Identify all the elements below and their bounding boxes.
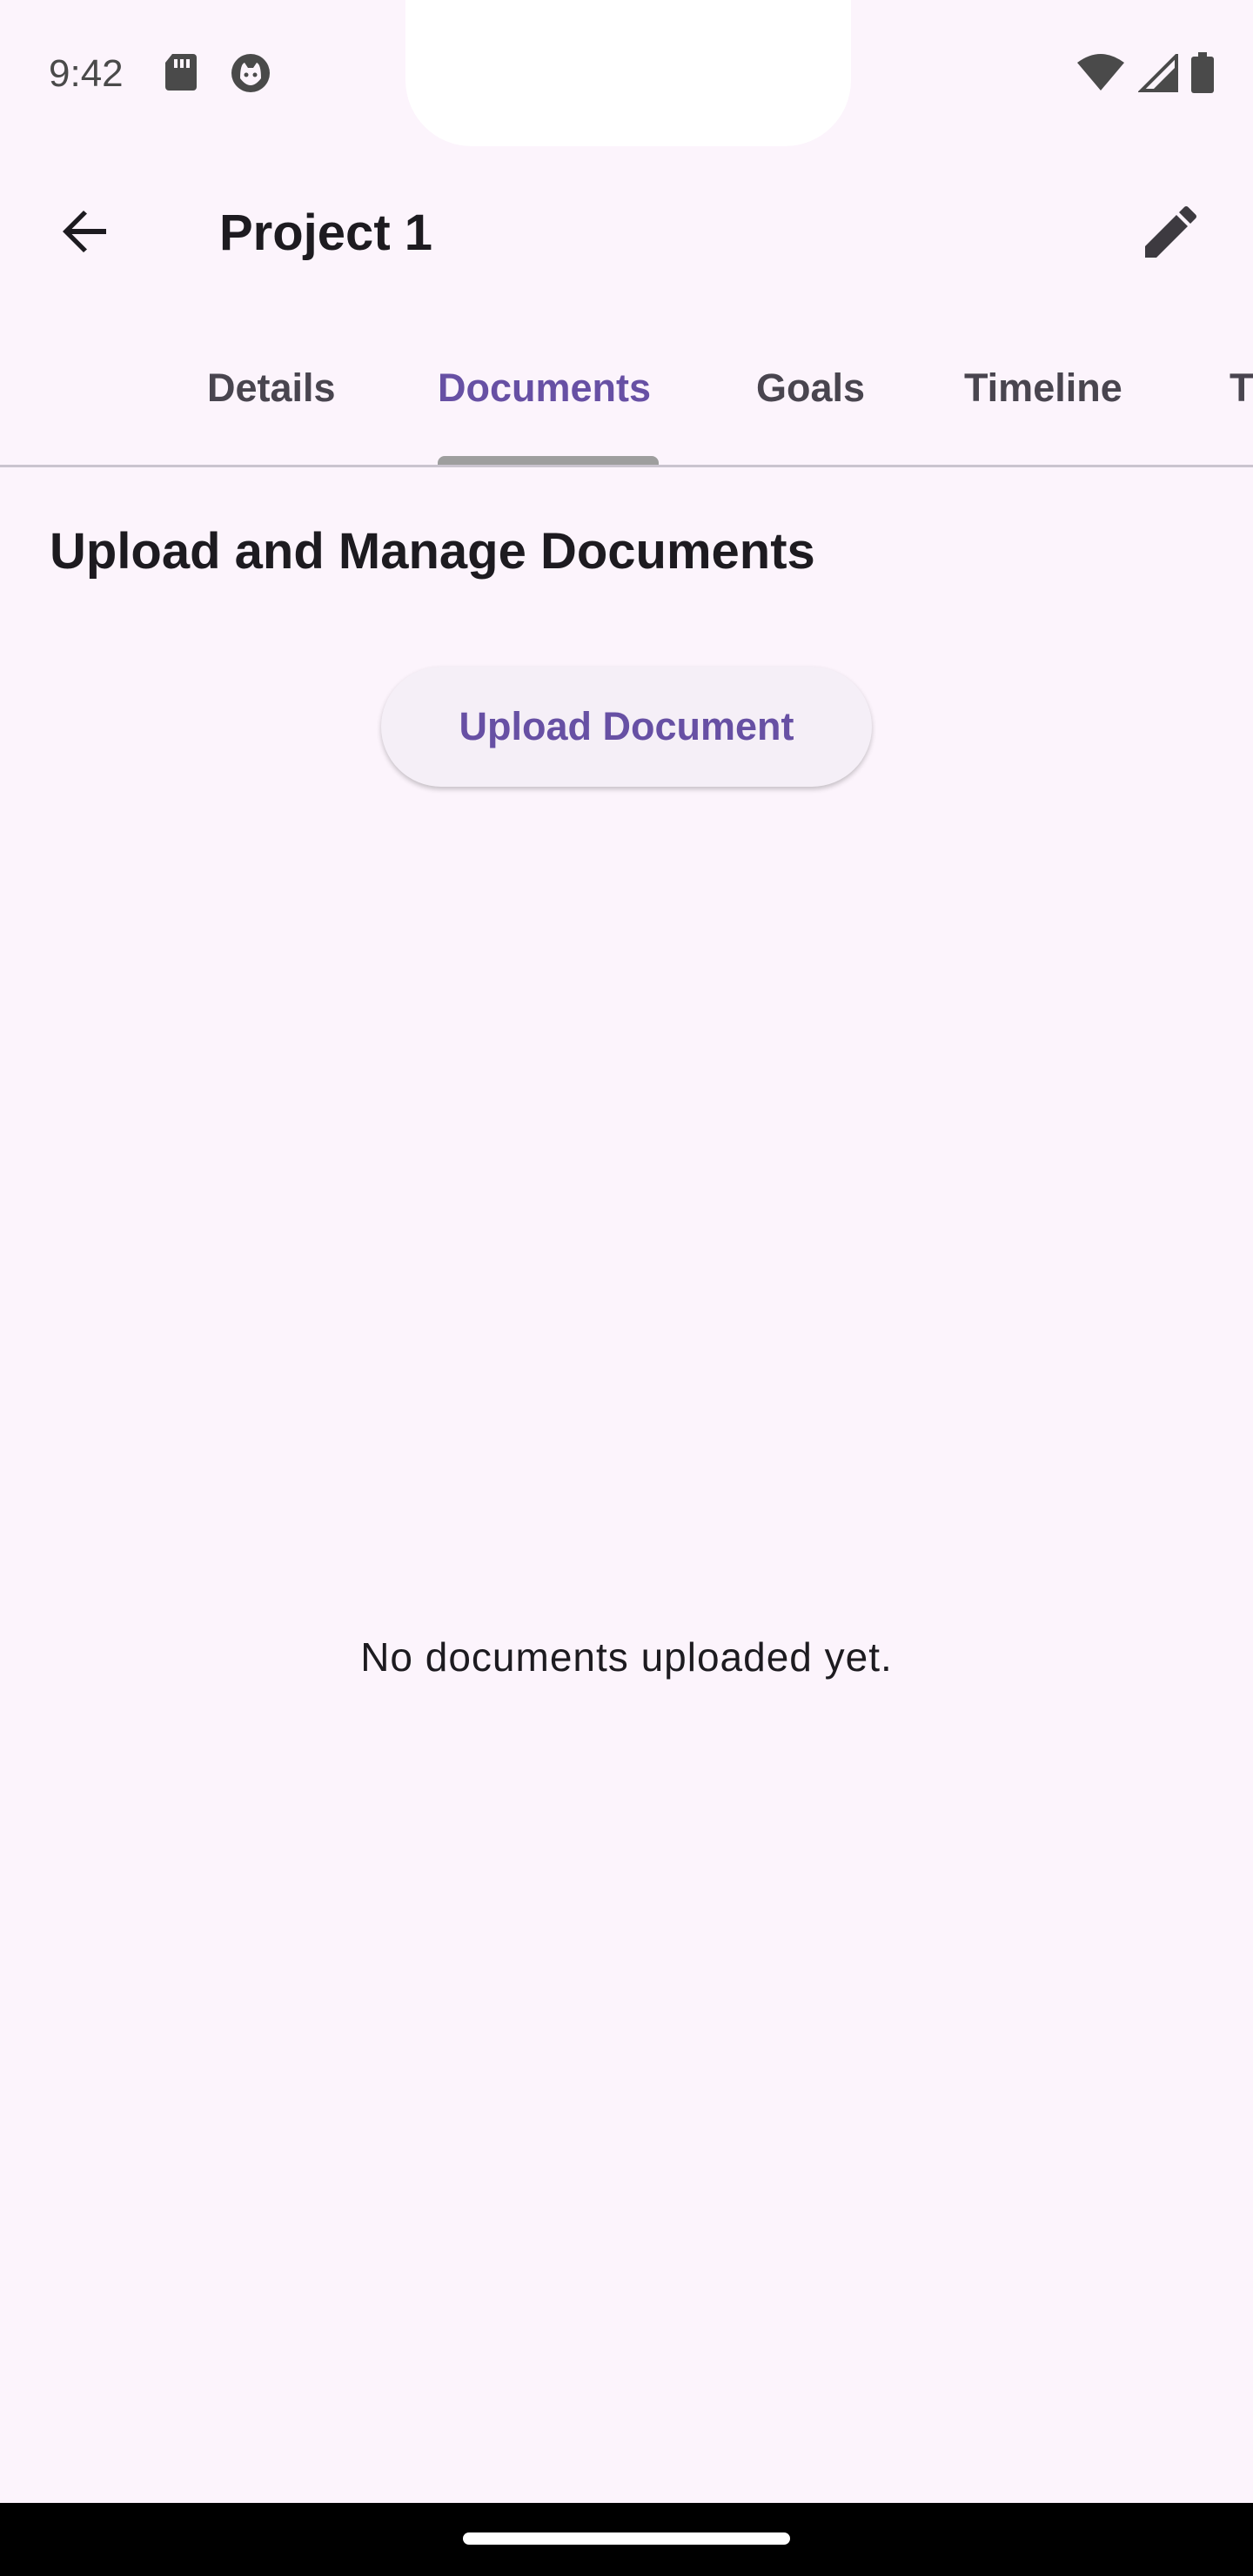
empty-state-message: No documents uploaded yet. <box>360 1634 893 1680</box>
tab-goals[interactable]: Goals <box>756 364 865 413</box>
tab-details[interactable]: Details <box>207 364 336 413</box>
tab-more[interactable]: T <box>1230 364 1253 413</box>
camera-notch <box>405 0 851 146</box>
app-screen: 9:42 Project 1 Details Documents Goals T… <box>0 0 1253 2503</box>
status-time: 9:42 <box>49 52 124 95</box>
status-right-icons <box>1075 51 1215 98</box>
sd-card-icon <box>162 52 198 98</box>
pencil-icon <box>1142 202 1201 265</box>
page-title: Project 1 <box>219 205 432 261</box>
tab-bar: Details Documents Goals Timeline T <box>0 331 1253 467</box>
arrow-back-icon <box>57 204 113 264</box>
back-button[interactable] <box>44 191 127 275</box>
cat-face-icon <box>230 52 271 98</box>
section-heading: Upload and Manage Documents <box>50 523 815 580</box>
upload-document-button[interactable]: Upload Document <box>381 667 872 787</box>
active-tab-indicator <box>438 456 659 465</box>
battery-icon <box>1190 52 1215 98</box>
status-left-icons <box>162 52 271 98</box>
tab-timeline[interactable]: Timeline <box>964 364 1122 413</box>
wifi-icon <box>1075 54 1126 97</box>
tab-documents[interactable]: Documents <box>438 364 651 413</box>
home-indicator[interactable] <box>463 2532 790 2545</box>
cell-signal-icon <box>1137 51 1178 97</box>
edit-button[interactable] <box>1129 191 1213 275</box>
